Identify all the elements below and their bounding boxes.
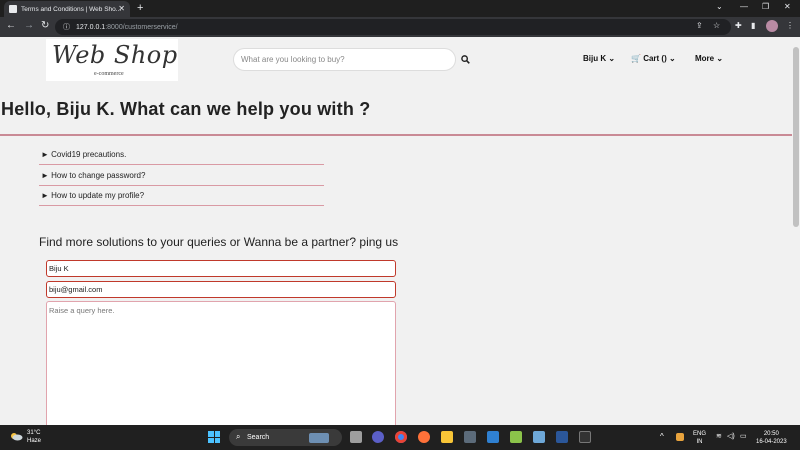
cart-icon: 🛒 xyxy=(631,54,641,63)
faq-item-password[interactable]: ► How to change password? xyxy=(39,166,324,186)
address-bar[interactable]: ⓘ 127.0.0.1:8000/customerservice/ xyxy=(55,19,731,35)
divider xyxy=(0,134,792,136)
side-panel-icon[interactable]: ▮ xyxy=(751,21,755,30)
weather-desc: Haze xyxy=(27,438,42,444)
url-host: 127.0.0.1 xyxy=(76,23,106,31)
terminal-icon[interactable] xyxy=(579,431,591,443)
weather-widget[interactable]: 31°C Haze xyxy=(27,429,41,445)
favicon-icon xyxy=(9,5,17,13)
word-icon[interactable] xyxy=(556,431,568,443)
extensions-icon[interactable]: ✚ xyxy=(735,21,742,30)
vscode-icon[interactable] xyxy=(487,431,499,443)
chevron-down-icon: ⌄ xyxy=(716,54,724,63)
taskbar-search-label: Search xyxy=(247,434,270,441)
faq-label: ► How to change password? xyxy=(41,171,146,180)
close-window-icon[interactable]: ✕ xyxy=(784,2,791,11)
faq-item-covid[interactable]: ► Covid19 precautions. xyxy=(39,145,324,165)
browser-toolbar: ← → ↻ ⓘ 127.0.0.1:8000/customerservice/ … xyxy=(0,17,800,37)
name-value: Biju K xyxy=(49,264,69,273)
firefox-icon[interactable] xyxy=(418,431,430,443)
user-label: Biju K xyxy=(583,54,607,63)
language-indicator[interactable]: ENG IN xyxy=(693,430,706,446)
chevron-down-icon[interactable]: ⌄ xyxy=(716,2,723,11)
menu-icon[interactable]: ⋮ xyxy=(786,21,794,30)
app-icon[interactable] xyxy=(533,431,545,443)
cart-label: Cart () xyxy=(643,54,667,63)
reload-icon[interactable]: ↻ xyxy=(41,20,49,31)
name-field[interactable]: Biju K xyxy=(46,260,396,277)
faq-item-profile[interactable]: ► How to update my profile? xyxy=(39,186,324,206)
query-placeholder: Raise a query here. xyxy=(49,306,115,315)
share-icon[interactable]: ⇪ xyxy=(696,21,703,30)
tray-app-icon[interactable] xyxy=(676,433,684,441)
search-icon[interactable] xyxy=(461,55,470,66)
scrollbar-thumb[interactable] xyxy=(793,47,799,227)
more-label: More xyxy=(695,54,715,63)
photos-icon[interactable] xyxy=(464,431,476,443)
contact-heading: Find more solutions to your queries or W… xyxy=(39,235,399,249)
query-textarea[interactable]: Raise a query here. xyxy=(46,301,396,425)
page-scrollbar[interactable] xyxy=(792,37,800,425)
os-taskbar: 31°C Haze Search ⌕ ^ ENG IN ≋ ◁) ▭ 20:50… xyxy=(0,425,800,450)
minimize-icon[interactable]: — xyxy=(740,2,748,11)
cart-menu[interactable]: 🛒 Cart () ⌄ xyxy=(631,54,676,63)
chevron-down-icon: ⌄ xyxy=(669,54,676,63)
windows-start-icon[interactable] xyxy=(208,431,220,443)
clock-time: 20:50 xyxy=(763,431,779,437)
more-menu[interactable]: More ⌄ xyxy=(695,54,723,63)
chat-icon[interactable] xyxy=(372,431,384,443)
pycharm-icon[interactable] xyxy=(510,431,522,443)
profile-avatar[interactable] xyxy=(766,20,778,32)
browser-tab-bar: Terms and Conditions | Web Sho... ✕ + ⌄ … xyxy=(0,0,800,17)
taskbar-search[interactable]: Search xyxy=(229,429,342,446)
clock-date: 16-04-2023 xyxy=(756,439,787,445)
logo-text: Web Shop xyxy=(52,41,178,69)
back-icon[interactable]: ← xyxy=(6,20,16,31)
close-tab-icon[interactable]: ✕ xyxy=(118,4,125,13)
search-input[interactable]: What are you looking to buy? xyxy=(233,48,456,71)
email-field[interactable]: biju@gmail.com xyxy=(46,281,396,298)
page-title: Hello, Biju K. What can we help you with… xyxy=(1,99,371,119)
tab-title: Terms and Conditions | Web Sho... xyxy=(21,5,122,13)
bookmark-star-icon[interactable]: ☆ xyxy=(713,21,720,30)
site-logo[interactable]: Web Shop e-commerce xyxy=(46,39,178,81)
faq-label: ► Covid19 precautions. xyxy=(41,150,127,159)
logo-subtext: e-commerce xyxy=(94,71,124,77)
lang-line1: ENG xyxy=(693,431,707,437)
search-icon: ⌕ xyxy=(236,432,241,441)
info-icon[interactable]: ⓘ xyxy=(63,22,70,32)
chevron-down-icon: ⌄ xyxy=(608,54,616,63)
browser-tab[interactable]: Terms and Conditions | Web Sho... ✕ xyxy=(4,1,130,17)
new-tab-icon[interactable]: + xyxy=(137,2,143,14)
web-page: Web Shop e-commerce What are you looking… xyxy=(0,37,792,425)
faq-label: ► How to update my profile? xyxy=(41,191,145,200)
chrome-icon[interactable] xyxy=(395,431,407,443)
restore-icon[interactable]: ❐ xyxy=(762,2,769,11)
user-menu[interactable]: Biju K ⌄ xyxy=(583,54,615,63)
file-explorer-icon[interactable] xyxy=(441,431,453,443)
battery-icon[interactable]: ▭ xyxy=(740,433,747,441)
volume-icon[interactable]: ◁) xyxy=(727,433,735,441)
url-path: :8000/customerservice/ xyxy=(105,23,178,31)
search-highlight-icon xyxy=(309,432,330,443)
haze-weather-icon[interactable] xyxy=(9,431,23,441)
wifi-icon[interactable]: ≋ xyxy=(716,433,722,441)
clock[interactable]: 20:50 16-04-2023 xyxy=(756,430,787,446)
chevron-up-icon[interactable]: ^ xyxy=(660,433,664,441)
email-value: biju@gmail.com xyxy=(49,285,103,294)
forward-icon[interactable]: → xyxy=(24,20,34,31)
weather-temp: 31°C xyxy=(27,430,41,436)
lang-line2: IN xyxy=(696,439,703,445)
task-view-icon[interactable] xyxy=(350,431,362,443)
search-placeholder: What are you looking to buy? xyxy=(241,55,345,64)
